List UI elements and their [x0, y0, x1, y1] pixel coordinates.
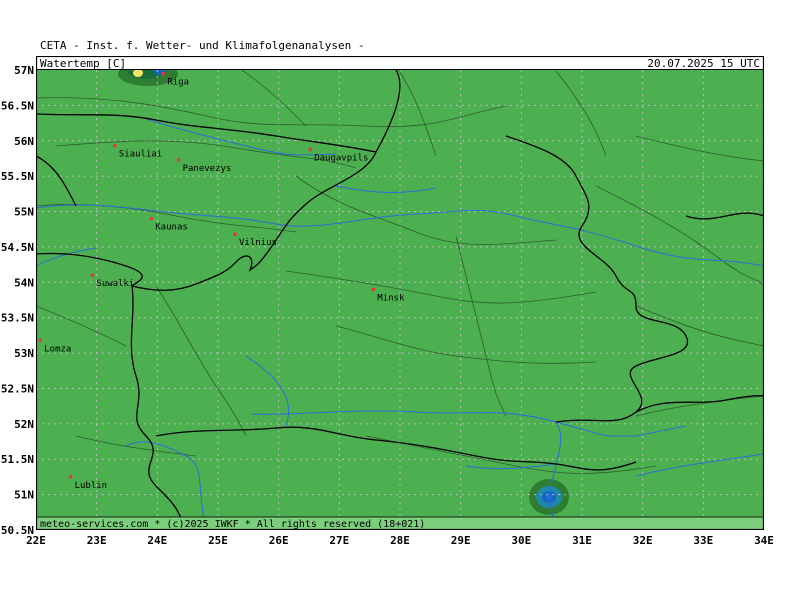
city-label: Vilnius — [239, 238, 277, 248]
city-marker — [233, 232, 237, 236]
latitude-labels: 57N 56.5N 56N 55.5N 55N 54.5N 54N 53.5N 53N 52.5N… — [1, 64, 34, 537]
lon-tick-label: 22E — [26, 534, 46, 547]
lon-tick-label: 29E — [451, 534, 471, 547]
lat-tick-label: 56N — [14, 135, 34, 148]
lat-tick-label: 54N — [14, 276, 34, 289]
city-marker — [149, 216, 154, 221]
lat-tick-label: 56.5N — [1, 99, 34, 112]
longitude-labels: 22E 23E 24E 25E 26E 27E 28E 29E 30E 31E 32E 33E 34E — [26, 534, 774, 547]
lon-tick-label: 23E — [87, 534, 107, 547]
lon-tick-label: 32E — [633, 534, 653, 547]
lon-tick-label: 31E — [572, 534, 592, 547]
city-label: Riga — [167, 78, 189, 88]
city-label: Lublin — [75, 481, 108, 491]
lat-tick-label: 53.5N — [1, 312, 34, 325]
city-label: Daugavpils — [314, 153, 368, 163]
city-marker — [90, 273, 95, 278]
city-marker — [38, 338, 43, 343]
lat-tick-label: 50.5N — [1, 524, 34, 537]
city-marker — [308, 147, 313, 152]
lon-tick-label: 33E — [693, 534, 713, 547]
lat-tick-label: 54.5N — [1, 241, 34, 254]
city-marker — [371, 287, 376, 292]
city-label: Kaunas — [155, 223, 188, 233]
lon-tick-label: 27E — [329, 534, 349, 547]
city-marker — [68, 475, 73, 479]
lat-tick-label: 57N — [14, 64, 34, 77]
lat-tick-label: 53N — [14, 347, 34, 360]
lon-tick-label: 34E — [754, 534, 774, 547]
city-label: Siauliai — [119, 150, 162, 160]
water-temp-blob — [529, 479, 569, 515]
lon-tick-label: 26E — [269, 534, 289, 547]
datetime-label: 20.07.2025 15 UTC — [647, 57, 760, 70]
city-marker — [176, 158, 181, 162]
lat-tick-label: 51.5N — [1, 453, 34, 466]
lat-tick-label: 52N — [14, 418, 34, 431]
lat-tick-label: 51N — [14, 489, 34, 502]
city-label: Panevezys — [183, 164, 232, 174]
lat-tick-label: 55N — [14, 206, 34, 219]
lat-tick-label: 55.5N — [1, 170, 34, 183]
lat-tick-label: 52.5N — [1, 382, 34, 395]
lon-tick-label: 28E — [390, 534, 410, 547]
map: Riga Siauliai Panevezys Daugavpils Kaunas Vil… — [36, 56, 764, 530]
map-header-title: CETA - Inst. f. Wetter- und Klimafolgena… — [40, 39, 365, 52]
city-label: Suwalki — [96, 279, 134, 289]
lon-tick-label: 24E — [147, 534, 167, 547]
lon-tick-label: 30E — [511, 534, 531, 547]
footer-credit: meteo-services.com * (c)2025 IWKF * All … — [40, 519, 425, 530]
city-label: Lomza — [44, 344, 71, 354]
city-label: Minsk — [377, 293, 405, 303]
parameter-label: Watertemp [C] — [40, 57, 126, 70]
city-marker — [113, 143, 117, 148]
lon-tick-label: 25E — [208, 534, 228, 547]
city-marker — [161, 71, 166, 76]
